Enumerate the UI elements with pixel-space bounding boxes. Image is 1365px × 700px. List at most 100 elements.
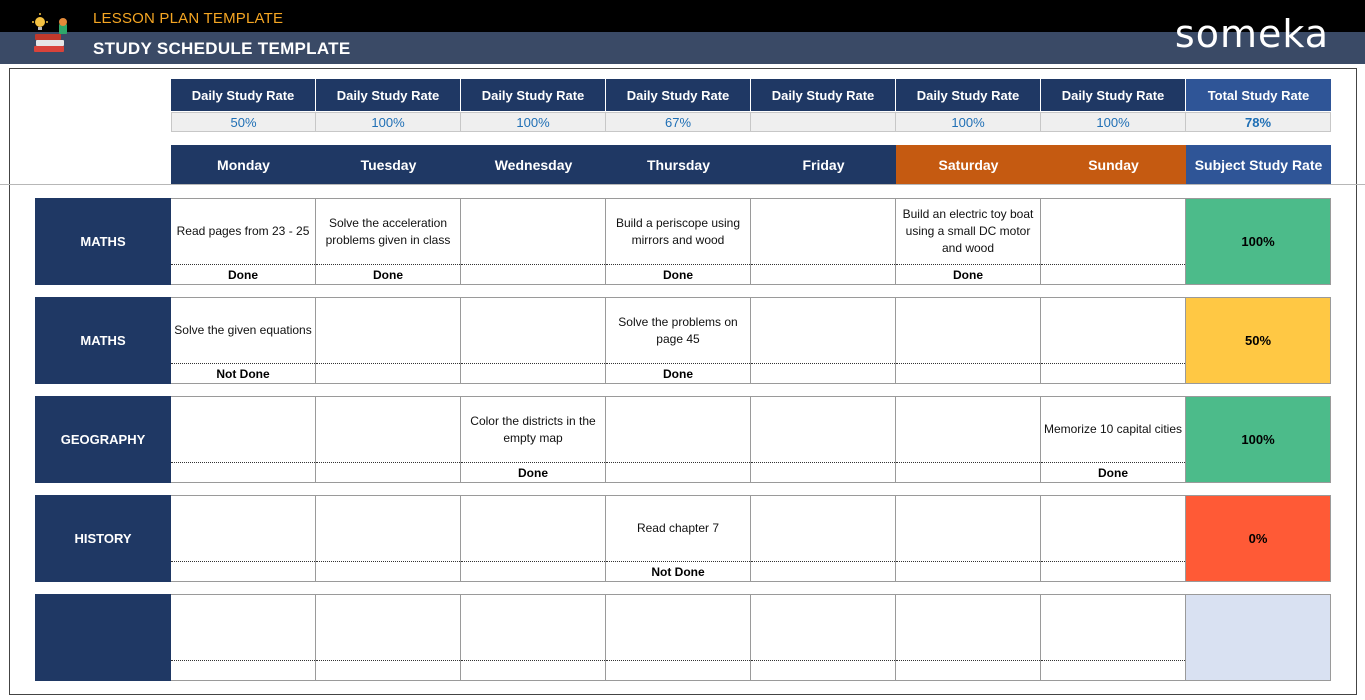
schedule-cell-monday[interactable]: Solve the given equations Not Done [171,297,316,384]
schedule-cell-wednesday[interactable]: Color the districts in the empty map Done [461,396,606,483]
task-text[interactable] [316,298,460,364]
task-text[interactable] [1041,298,1185,364]
task-status[interactable] [751,365,895,384]
task-text[interactable] [1041,595,1185,661]
schedule-cell-thursday[interactable]: Build a periscope using mirrors and wood… [606,198,751,285]
task-status[interactable] [461,662,605,681]
daily-rate-value-wednesday[interactable]: 100% [461,112,606,132]
schedule-cell-monday[interactable] [171,495,316,582]
task-text[interactable]: Solve the given equations [171,298,315,364]
task-status[interactable]: Done [316,266,460,285]
subject-name-3[interactable]: GEOGRAPHY [35,396,171,483]
task-status[interactable] [316,662,460,681]
schedule-cell-sunday[interactable] [1041,594,1186,681]
task-text[interactable] [751,397,895,463]
task-status[interactable] [171,563,315,582]
task-status[interactable] [1041,365,1185,384]
task-text[interactable] [896,595,1040,661]
schedule-cell-tuesday[interactable] [316,495,461,582]
schedule-cell-tuesday[interactable] [316,396,461,483]
task-status[interactable] [461,563,605,582]
task-text[interactable]: Read pages from 23 - 25 [171,199,315,265]
task-status[interactable] [896,365,1040,384]
task-text[interactable]: Read chapter 7 [606,496,750,562]
task-text[interactable] [751,199,895,265]
daily-rate-value-tuesday[interactable]: 100% [316,112,461,132]
task-text[interactable] [751,496,895,562]
task-text[interactable]: Memorize 10 capital cities [1041,397,1185,463]
task-text[interactable] [461,298,605,364]
task-text[interactable] [751,298,895,364]
daily-rate-value-monday[interactable]: 50% [171,112,316,132]
task-text[interactable] [1041,199,1185,265]
schedule-cell-sunday[interactable]: Memorize 10 capital cities Done [1041,396,1186,483]
task-text[interactable]: Color the districts in the empty map [461,397,605,463]
task-status[interactable]: Done [896,266,1040,285]
schedule-cell-friday[interactable] [751,396,896,483]
schedule-cell-monday[interactable]: Read pages from 23 - 25 Done [171,198,316,285]
task-status[interactable] [171,662,315,681]
schedule-cell-wednesday[interactable] [461,594,606,681]
task-text[interactable] [316,397,460,463]
schedule-cell-thursday[interactable]: Read chapter 7 Not Done [606,495,751,582]
schedule-cell-monday[interactable] [171,396,316,483]
subject-name-4[interactable]: HISTORY [35,495,171,582]
schedule-cell-friday[interactable] [751,495,896,582]
task-status[interactable] [751,563,895,582]
task-status[interactable]: Done [171,266,315,285]
task-status[interactable] [1041,563,1185,582]
brand-logo-text[interactable]: someka [1175,14,1329,54]
task-status[interactable]: Done [606,365,750,384]
subject-name-1[interactable]: MATHS [35,198,171,285]
task-text[interactable] [606,397,750,463]
task-status[interactable] [1041,266,1185,285]
task-status[interactable] [896,563,1040,582]
schedule-cell-monday[interactable] [171,594,316,681]
task-text[interactable] [171,595,315,661]
schedule-cell-saturday[interactable] [896,396,1041,483]
task-status[interactable] [751,266,895,285]
schedule-cell-sunday[interactable] [1041,198,1186,285]
task-status[interactable] [316,563,460,582]
schedule-cell-saturday[interactable] [896,594,1041,681]
schedule-cell-wednesday[interactable] [461,198,606,285]
daily-rate-value-sunday[interactable]: 100% [1041,112,1186,132]
task-status[interactable] [316,365,460,384]
task-text[interactable] [606,595,750,661]
schedule-cell-tuesday[interactable]: Solve the acceleration problems given in… [316,198,461,285]
task-text[interactable] [461,595,605,661]
total-rate-value[interactable]: 78% [1186,112,1331,132]
task-status[interactable] [606,464,750,483]
task-text[interactable] [1041,496,1185,562]
daily-rate-value-thursday[interactable]: 67% [606,112,751,132]
task-status[interactable] [1041,662,1185,681]
schedule-cell-saturday[interactable]: Build an electric toy boat using a small… [896,198,1041,285]
task-text[interactable] [316,496,460,562]
task-status[interactable]: Done [1041,464,1185,483]
task-status[interactable] [316,464,460,483]
task-status[interactable] [751,662,895,681]
task-text[interactable] [896,298,1040,364]
schedule-cell-friday[interactable] [751,198,896,285]
task-text[interactable] [461,199,605,265]
task-text[interactable] [171,397,315,463]
schedule-cell-tuesday[interactable] [316,297,461,384]
task-text[interactable] [171,496,315,562]
task-status[interactable]: Done [461,464,605,483]
task-text[interactable]: Build an electric toy boat using a small… [896,199,1040,265]
task-text[interactable] [751,595,895,661]
schedule-cell-friday[interactable] [751,594,896,681]
task-status[interactable] [896,662,1040,681]
task-status[interactable]: Not Done [171,365,315,384]
schedule-cell-tuesday[interactable] [316,594,461,681]
schedule-cell-thursday[interactable]: Solve the problems on page 45 Done [606,297,751,384]
task-text[interactable]: Solve the acceleration problems given in… [316,199,460,265]
schedule-cell-friday[interactable] [751,297,896,384]
schedule-cell-wednesday[interactable] [461,297,606,384]
task-status[interactable] [461,266,605,285]
task-text[interactable] [461,496,605,562]
task-text[interactable] [896,496,1040,562]
subject-name-2[interactable]: MATHS [35,297,171,384]
task-text[interactable] [316,595,460,661]
task-status[interactable] [461,365,605,384]
